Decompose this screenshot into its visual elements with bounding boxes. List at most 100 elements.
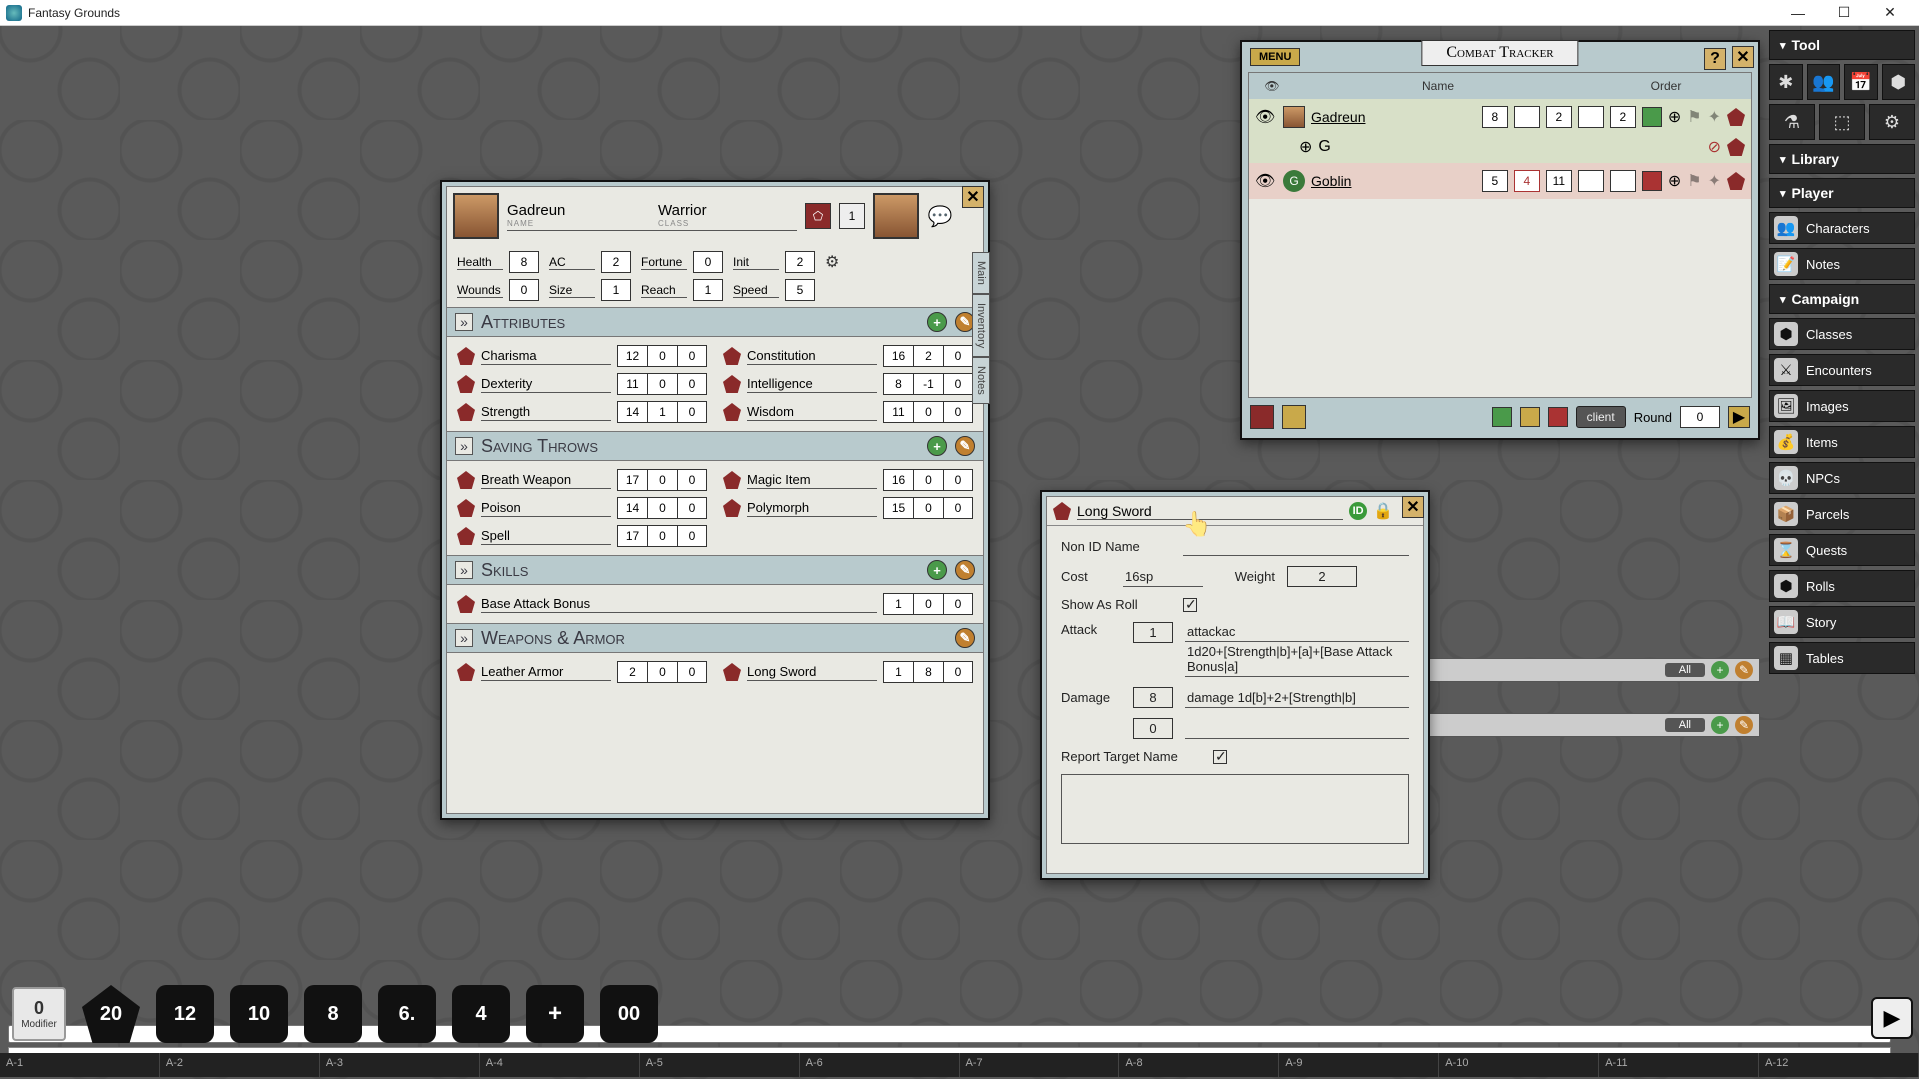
stat-value[interactable]: 0 [913, 469, 943, 491]
attack-name-field[interactable]: attackac [1185, 622, 1409, 642]
d20-icon[interactable] [457, 347, 475, 365]
id-toggle-icon[interactable]: ID [1349, 502, 1367, 520]
d20-icon[interactable] [723, 347, 741, 365]
edit-button[interactable]: ✎ [955, 628, 975, 648]
flag-icon[interactable]: ⚑ [1687, 171, 1701, 191]
d20-icon[interactable] [457, 403, 475, 421]
stat-value[interactable]: 14 [617, 401, 647, 423]
flag-icon[interactable]: ⚑ [1687, 107, 1701, 127]
stat-value[interactable]: 0 [913, 593, 943, 615]
target-icon[interactable]: ⊕ [1299, 137, 1312, 157]
sidebar-item-classes[interactable]: ⬢Classes [1769, 318, 1915, 350]
d20-icon[interactable] [1053, 502, 1071, 520]
item-notes[interactable] [1061, 774, 1409, 844]
level-box[interactable]: 1 [839, 203, 865, 229]
d20-icon[interactable] [723, 471, 741, 489]
effect-icon[interactable]: ✦ [1708, 107, 1721, 127]
add-button[interactable]: + [927, 436, 947, 456]
ct-ac[interactable]: 2 [1546, 106, 1572, 128]
target-icon[interactable]: ⊕ [1668, 171, 1681, 191]
hotbar-slot[interactable]: A-10 [1439, 1053, 1599, 1077]
d20-icon[interactable] [723, 375, 741, 393]
sidebar-header-tool[interactable]: Tool [1769, 30, 1915, 60]
round-value[interactable]: 0 [1680, 406, 1720, 428]
ct-wounds[interactable] [1514, 106, 1540, 128]
stat-name[interactable]: Wisdom [747, 404, 877, 421]
visibility-toggle[interactable]: 👁 [1255, 171, 1277, 191]
stat-value[interactable]: 0 [647, 497, 677, 519]
weight-field[interactable]: 2 [1287, 566, 1357, 587]
stat-value[interactable]: 0 [913, 401, 943, 423]
damage-n[interactable]: 8 [1133, 687, 1173, 708]
ct-ac[interactable]: 11 [1546, 170, 1572, 192]
link-icon[interactable] [1727, 172, 1745, 190]
hotbar-slot[interactable]: A-1 [0, 1053, 160, 1077]
sidebar-item-story[interactable]: 📖Story [1769, 606, 1915, 638]
hotbar-slot[interactable]: A-3 [320, 1053, 480, 1077]
stat-value[interactable]: 11 [617, 373, 647, 395]
stat-value[interactable]: 1 [647, 401, 677, 423]
stat-value[interactable]: 0 [677, 401, 707, 423]
stat-value[interactable]: 0 [943, 497, 973, 519]
d20-roll-icon[interactable]: ⬠ [805, 203, 831, 229]
sidebar-item-rolls[interactable]: ⬢Rolls [1769, 570, 1915, 602]
stat-value[interactable]: 17 [617, 525, 647, 547]
damage-extra-field[interactable] [1185, 719, 1409, 739]
ct-wounds[interactable]: 4 [1514, 170, 1540, 192]
stat-value[interactable]: 15 [883, 497, 913, 519]
sidebar-item-quests[interactable]: ⌛Quests [1769, 534, 1915, 566]
stat-value[interactable]: 0 [677, 469, 707, 491]
stat-value[interactable]: 0 [647, 525, 677, 547]
token-icon[interactable]: G [1283, 170, 1305, 192]
effect-icon[interactable]: ✦ [1708, 171, 1721, 191]
stat-name[interactable]: Leather Armor [481, 664, 611, 681]
lock-icon[interactable]: 🔒 [1373, 501, 1393, 521]
stat-name[interactable]: Spell [481, 528, 611, 545]
window-maximize-button[interactable]: ☐ [1821, 0, 1867, 26]
sidebar-item-characters[interactable]: 👥Characters [1769, 212, 1915, 244]
tool-icon-options[interactable]: ⚙ [1869, 104, 1915, 140]
stat-value[interactable]: 8 [883, 373, 913, 395]
next-turn-button[interactable]: ▶ [1728, 406, 1750, 428]
window-minimize-button[interactable]: — [1775, 0, 1821, 26]
stat-name[interactable]: Dexterity [481, 376, 611, 393]
die-d100[interactable]: 00 [600, 985, 658, 1043]
showroll-checkbox[interactable] [1183, 598, 1197, 612]
expand-icon[interactable]: » [455, 313, 473, 331]
die-d12[interactable]: 12 [156, 985, 214, 1043]
stat-value[interactable]: 0 [647, 345, 677, 367]
cost-field[interactable]: 16sp [1123, 567, 1203, 587]
portrait-icon[interactable] [453, 193, 499, 239]
all-filter-button[interactable]: All [1665, 663, 1705, 677]
stat-value[interactable]: 1 [883, 661, 913, 683]
friendly-icon[interactable] [1642, 107, 1662, 127]
stat-name[interactable]: Charisma [481, 348, 611, 365]
ct-init[interactable] [1578, 106, 1604, 128]
close-button[interactable]: ✕ [962, 186, 984, 208]
stat-value[interactable]: 0 [677, 373, 707, 395]
close-button[interactable]: ✕ [1732, 46, 1754, 68]
target-icon[interactable]: ⊕ [1668, 107, 1681, 127]
hotbar-slot[interactable]: A-7 [960, 1053, 1120, 1077]
sidebar-item-items[interactable]: 💰Items [1769, 426, 1915, 458]
stat-ac[interactable]: 2 [601, 251, 631, 273]
stat-value[interactable]: 11 [883, 401, 913, 423]
add-icon[interactable]: + [1711, 716, 1729, 734]
token-icon[interactable] [873, 193, 919, 239]
stat-value[interactable]: 14 [617, 497, 647, 519]
die-d8[interactable]: 8 [304, 985, 362, 1043]
stat-health[interactable]: 8 [509, 251, 539, 273]
d20-icon[interactable] [457, 375, 475, 393]
stat-name[interactable]: Base Attack Bonus [481, 596, 877, 613]
tool-icon-party[interactable]: 👥 [1807, 64, 1841, 100]
stat-speed[interactable]: 5 [785, 279, 815, 301]
stat-value[interactable]: 17 [617, 469, 647, 491]
hotbar-slot[interactable]: A-2 [160, 1053, 320, 1077]
d20-icon[interactable] [457, 527, 475, 545]
actor-name[interactable]: Goblin [1311, 173, 1476, 189]
tab-main[interactable]: Main [972, 252, 990, 294]
actor-name[interactable]: Gadreun [1311, 109, 1476, 125]
hotbar-slot[interactable]: A-12 [1759, 1053, 1919, 1077]
stat-value[interactable]: 0 [647, 373, 677, 395]
stat-value[interactable]: 0 [943, 401, 973, 423]
